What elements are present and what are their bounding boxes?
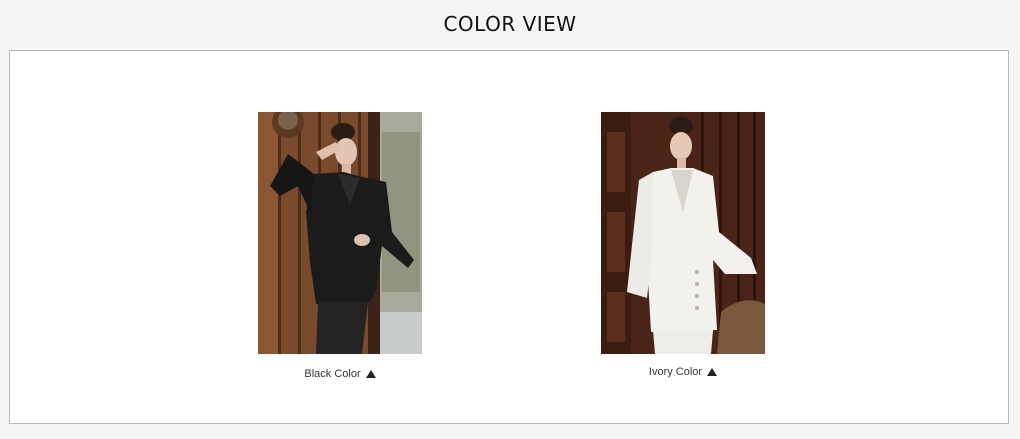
color-label-black: Black Color — [304, 368, 361, 380]
color-view-frame: Black Color Ivory Color — [9, 50, 1009, 424]
triangle-up-icon — [365, 370, 376, 378]
triangle-up-icon — [707, 368, 718, 376]
color-caption-black[interactable]: Black Color — [258, 368, 422, 380]
section-title: COLOR VIEW — [443, 12, 577, 36]
color-view-page: COLOR VIEW Black Color Ivory Color — [0, 0, 1020, 439]
color-card-black[interactable]: Black Color — [258, 112, 422, 380]
color-caption-ivory[interactable]: Ivory Color — [601, 366, 765, 378]
black-outfit-photo[interactable] — [258, 112, 422, 354]
color-card-ivory[interactable]: Ivory Color — [601, 112, 765, 378]
color-label-ivory: Ivory Color — [648, 366, 703, 378]
ivory-outfit-photo[interactable] — [601, 112, 765, 354]
